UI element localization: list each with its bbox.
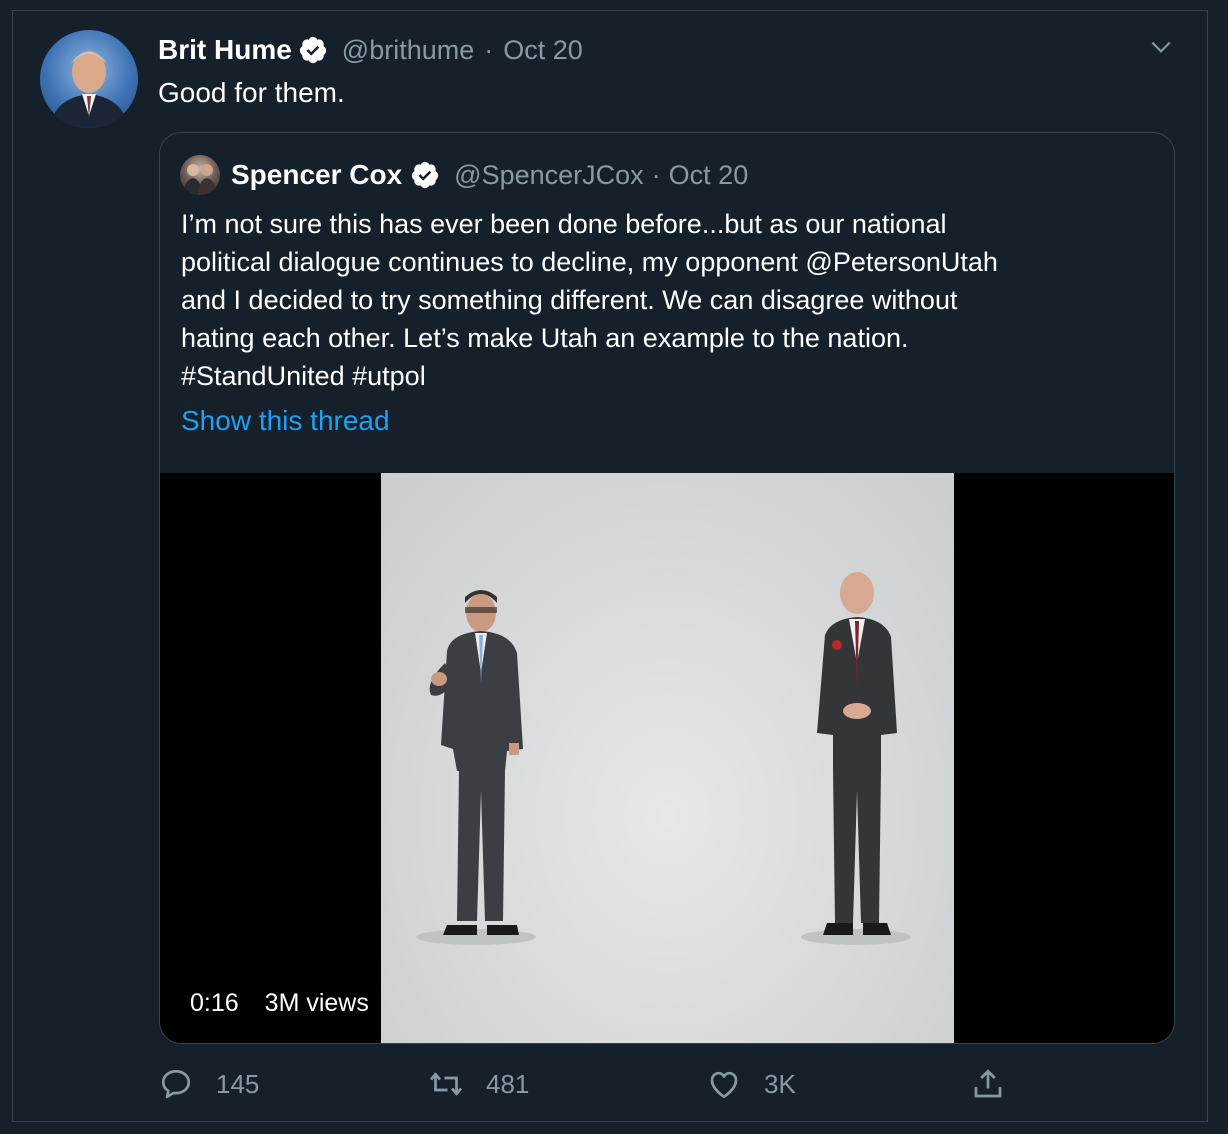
video-views: 3M views bbox=[264, 988, 369, 1017]
quoted-author-name[interactable]: Spencer Cox bbox=[231, 159, 402, 191]
like-icon bbox=[710, 1071, 738, 1099]
verified-icon bbox=[299, 36, 326, 64]
quoted-avatar[interactable] bbox=[180, 155, 220, 195]
share-button[interactable] bbox=[970, 1064, 1006, 1104]
quoted-text-line: and I decided to try something different… bbox=[181, 285, 958, 315]
tweet-date[interactable]: Oct 20 bbox=[503, 35, 583, 66]
quoted-header: Spencer Cox @SpencerJCox · Oct 20 bbox=[231, 155, 748, 195]
avatar-portrait bbox=[50, 51, 128, 128]
show-thread-link[interactable]: Show this thread bbox=[181, 405, 390, 437]
video-still bbox=[416, 572, 911, 945]
reply-icon bbox=[161, 1069, 191, 1099]
author-handle[interactable]: @brithume bbox=[342, 35, 474, 66]
avatar[interactable] bbox=[40, 30, 138, 128]
video-badge: 0:16 3M views bbox=[178, 983, 381, 1023]
video-frame bbox=[381, 473, 954, 1043]
author-name[interactable]: Brit Hume bbox=[158, 34, 292, 66]
retweet-icon bbox=[429, 1072, 463, 1096]
right-person bbox=[817, 572, 897, 935]
separator: · bbox=[651, 159, 661, 190]
quoted-text-line: I’m not sure this has ever been done bef… bbox=[181, 209, 947, 239]
like-count: 3K bbox=[764, 1068, 796, 1099]
tweet-text: Good for them. bbox=[158, 77, 345, 108]
separator: · bbox=[484, 34, 494, 65]
left-person bbox=[429, 590, 523, 935]
quoted-author-handle[interactable]: @SpencerJCox bbox=[454, 160, 644, 191]
video-duration: 0:16 bbox=[190, 988, 239, 1017]
reply-count: 145 bbox=[216, 1068, 260, 1099]
verified-icon bbox=[412, 161, 439, 189]
reply-button[interactable]: 145 bbox=[158, 1064, 259, 1104]
quoted-text: I’m not sure this has ever been done bef… bbox=[181, 205, 1141, 395]
quoted-text-line: political dialogue continues to decline,… bbox=[181, 247, 998, 277]
video-player[interactable]: 0:16 3M views bbox=[160, 473, 1174, 1043]
share-icon bbox=[974, 1069, 1002, 1098]
retweet-button[interactable]: 481 bbox=[428, 1064, 529, 1104]
quoted-date[interactable]: Oct 20 bbox=[669, 160, 749, 191]
action-bar: 145 481 3K bbox=[158, 1064, 1058, 1104]
quoted-text-line: #StandUnited #utpol bbox=[181, 361, 426, 391]
chevron-down-icon[interactable] bbox=[1148, 34, 1174, 60]
quoted-text-line: hating each other. Let’s make Utah an ex… bbox=[181, 323, 909, 353]
tweet-header: Brit Hume @brithume · Oct 20 bbox=[158, 30, 583, 70]
like-button[interactable]: 3K bbox=[706, 1064, 796, 1104]
quoted-tweet[interactable]: Spencer Cox @SpencerJCox · Oct 20 I’m no… bbox=[159, 132, 1175, 1044]
quoted-avatar-portrait bbox=[183, 164, 217, 195]
retweet-count: 481 bbox=[486, 1068, 530, 1099]
